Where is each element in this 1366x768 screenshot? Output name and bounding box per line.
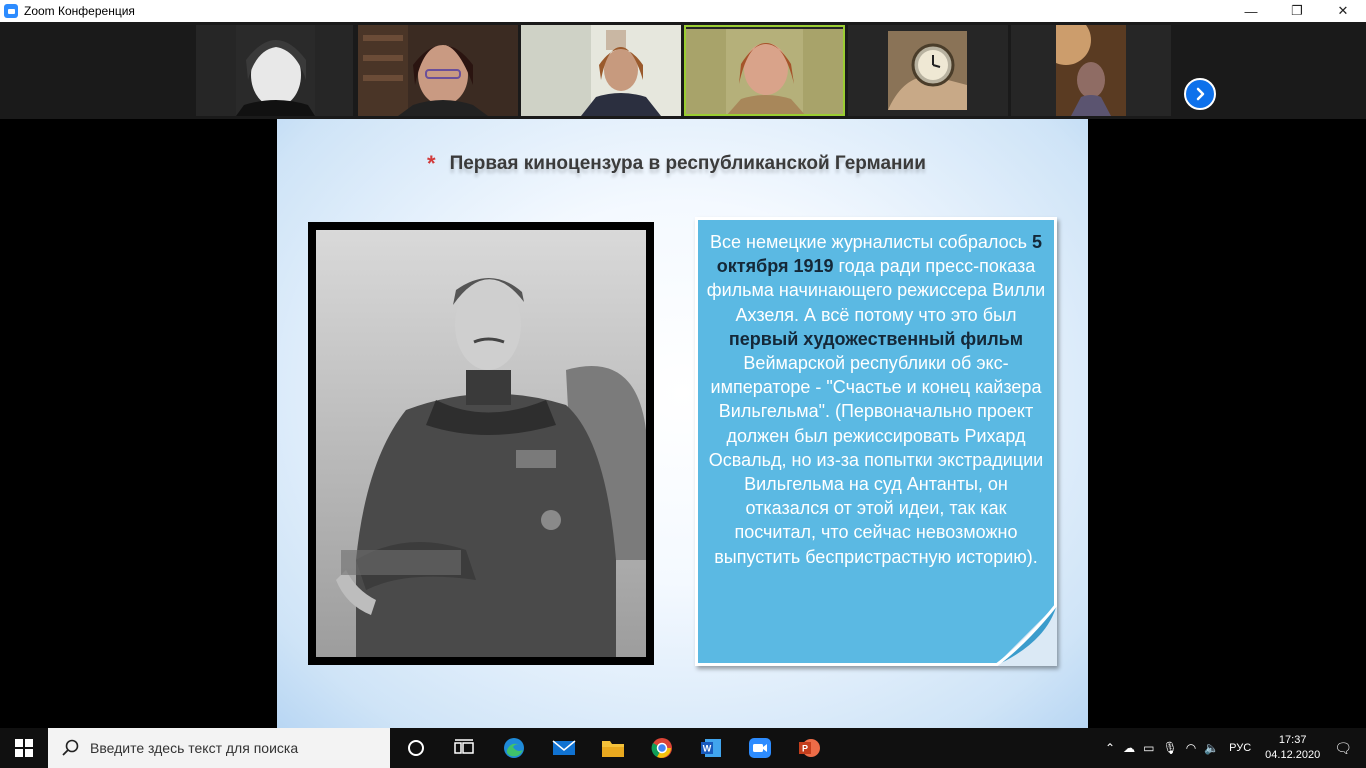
wifi-icon[interactable]: ◠ bbox=[1186, 741, 1196, 755]
clock[interactable]: 17:37 04.12.2020 bbox=[1265, 733, 1320, 763]
participant-video bbox=[521, 25, 681, 116]
next-page-button[interactable] bbox=[1184, 78, 1216, 110]
close-button[interactable]: ✕ bbox=[1320, 0, 1366, 22]
powerpoint-icon[interactable]: P bbox=[797, 736, 821, 760]
shared-screen: * Первая киноцензура в республиканской Г… bbox=[141, 119, 1224, 728]
participant-video bbox=[888, 31, 967, 110]
file-explorer-icon[interactable] bbox=[601, 736, 625, 760]
clock-time: 17:37 bbox=[1278, 734, 1307, 746]
participant-tile[interactable] bbox=[1011, 25, 1171, 116]
participant-tile[interactable] bbox=[196, 25, 353, 116]
search-placeholder: Введите здесь текст для поиска bbox=[90, 740, 299, 756]
slide-title-row: * Первая киноцензура в республиканской Г… bbox=[427, 153, 926, 175]
taskbar-search-box[interactable]: Введите здесь текст для поиска bbox=[48, 728, 390, 768]
svg-text:P: P bbox=[802, 744, 808, 754]
clock-date: 04.12.2020 bbox=[1265, 749, 1321, 761]
svg-text:W: W bbox=[703, 744, 712, 754]
participant-video bbox=[686, 29, 843, 114]
notifications-icon[interactable]: 🗨 bbox=[1334, 740, 1352, 757]
participant-video bbox=[358, 25, 518, 116]
presentation-slide: * Первая киноцензура в республиканской Г… bbox=[277, 119, 1088, 728]
input-language[interactable]: РУС bbox=[1229, 742, 1251, 754]
slide-text-box: Все немецкие журналисты собралось 5 октя… bbox=[695, 217, 1057, 666]
restore-button[interactable]: ❐ bbox=[1274, 0, 1320, 22]
start-button[interactable] bbox=[0, 728, 48, 768]
participant-video bbox=[236, 25, 315, 116]
page-curl-icon bbox=[995, 604, 1057, 666]
participant-tile-active-speaker[interactable] bbox=[684, 25, 845, 116]
chrome-icon[interactable] bbox=[650, 736, 674, 760]
zoom-taskbar-icon[interactable] bbox=[748, 736, 772, 760]
zoom-app-icon bbox=[4, 4, 18, 18]
onedrive-cloud-icon[interactable]: ☁ bbox=[1123, 741, 1135, 755]
window-titlebar: Zoom Конференция — ❐ ✕ bbox=[0, 0, 1366, 22]
kaiser-portrait-image bbox=[316, 230, 646, 657]
chevron-right-icon bbox=[1196, 87, 1205, 101]
window-controls: — ❐ ✕ bbox=[1228, 0, 1366, 22]
task-view-icon[interactable] bbox=[452, 736, 476, 760]
participant-tile[interactable] bbox=[848, 25, 1008, 116]
system-tray: ⌃ ☁ ▭ 🎙 ◠ 🔈 РУС 17:37 04.12.2020 🗨 bbox=[1101, 728, 1366, 768]
microphone-icon[interactable]: 🎙 bbox=[1162, 741, 1177, 755]
bullet-star-icon: * bbox=[427, 151, 436, 176]
slide-body-text: Все немецкие журналисты собралось 5 октя… bbox=[698, 220, 1054, 569]
chevron-up-icon[interactable]: ⌃ bbox=[1105, 741, 1115, 755]
portrait-photo bbox=[316, 230, 646, 657]
battery-icon[interactable]: ▭ bbox=[1143, 741, 1154, 755]
participant-tile[interactable] bbox=[521, 25, 681, 116]
minimize-button[interactable]: — bbox=[1228, 0, 1274, 22]
participant-strip bbox=[0, 22, 1366, 119]
edge-browser-icon[interactable] bbox=[502, 736, 526, 760]
text-part-1: Все немецкие журналисты собралось bbox=[709, 232, 1032, 252]
windows-logo-icon bbox=[15, 739, 33, 757]
volume-icon[interactable]: 🔈 bbox=[1204, 741, 1219, 755]
cortana-icon[interactable] bbox=[404, 736, 428, 760]
participant-video bbox=[1056, 25, 1126, 116]
search-icon bbox=[62, 739, 79, 756]
text-bold-1: первый художественный фильм bbox=[728, 328, 1024, 349]
slide-title: Первая киноцензура в республиканской Гер… bbox=[449, 153, 926, 174]
participant-tile[interactable] bbox=[358, 25, 518, 116]
word-icon[interactable]: W bbox=[699, 736, 723, 760]
text-part-3: Веймарской республики об экс-императоре … bbox=[708, 353, 1044, 567]
window-title: Zoom Конференция bbox=[24, 4, 135, 18]
mail-icon[interactable] bbox=[552, 736, 576, 760]
portrait-photo-frame bbox=[308, 222, 654, 665]
